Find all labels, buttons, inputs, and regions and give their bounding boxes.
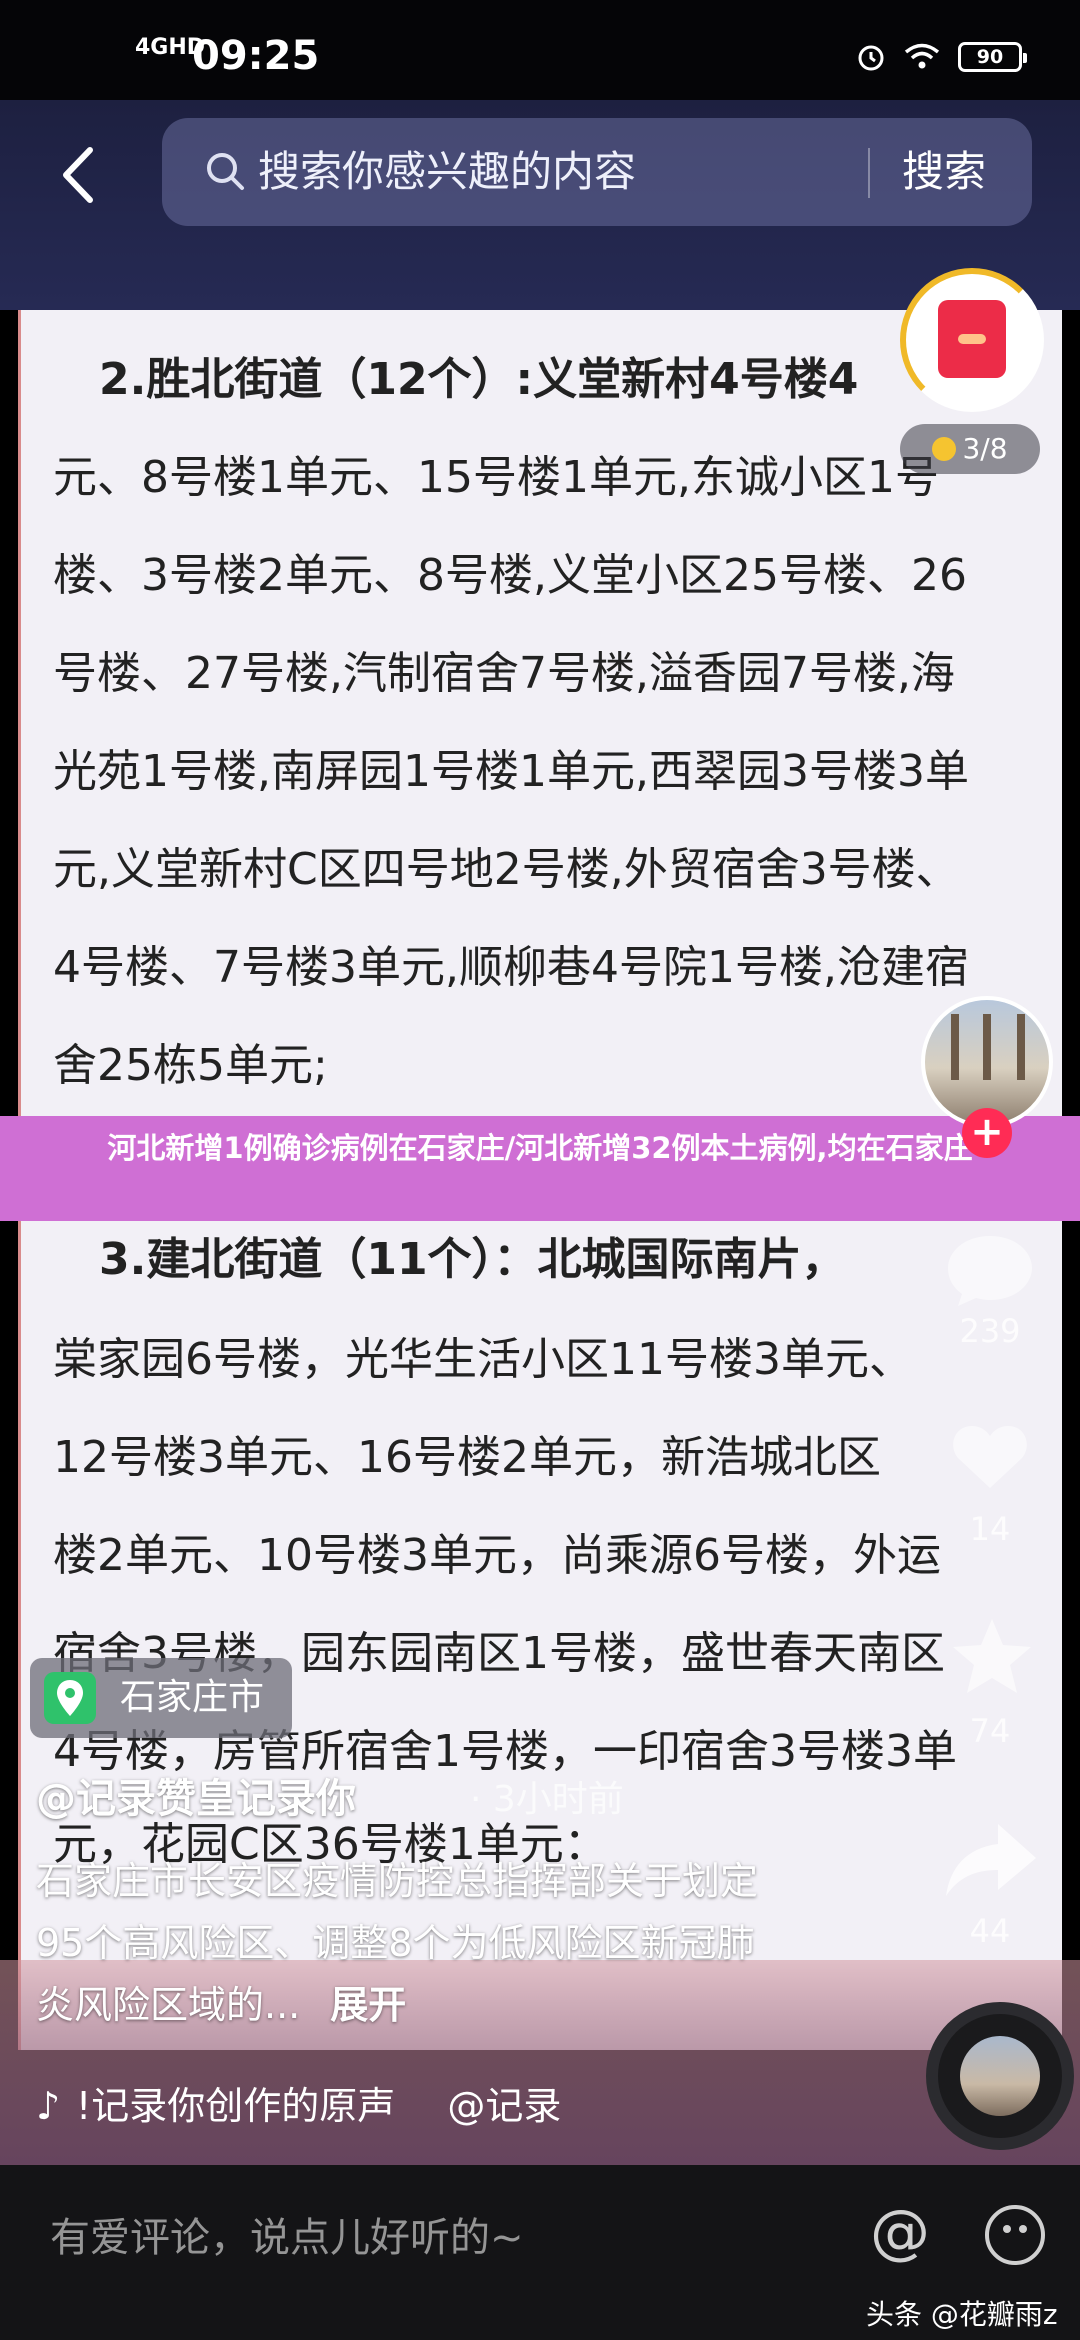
location-pin-icon: [44, 1672, 96, 1724]
comment-count: 239: [959, 1312, 1021, 1350]
author-name[interactable]: @记录赞皇记录你: [36, 1766, 356, 1824]
collect-icon[interactable]: [950, 1420, 1030, 1492]
red-packet-icon: [938, 300, 1006, 378]
doc-line: 3.建北街道（11个）：北城国际南片，: [99, 1234, 846, 1285]
doc-line: 棠家园6号楼，光华生活小区11号楼3单元、: [53, 1334, 913, 1385]
battery-icon: 90: [958, 42, 1027, 72]
search-divider: [868, 148, 870, 198]
music-disc-cover: [960, 2036, 1040, 2116]
caption-text: 石家庄市长安区疫情防控总指挥部关于划定95个高风险区、调整8个为低风险区新冠肺炎…: [36, 1850, 776, 2036]
doc-line: 元、8号楼1单元、15号楼1单元,东诚小区1号: [53, 452, 939, 503]
doc-line: 元,义堂新村C区四号地2号楼,外贸宿舍3号楼、: [53, 844, 960, 895]
doc-line: 4号楼、7号楼3单元,顺柳巷4号院1号楼,沧建宿: [53, 942, 969, 993]
share-icon[interactable]: [942, 1820, 1038, 1900]
star-icon[interactable]: [950, 1615, 1034, 1695]
music-row[interactable]: ♪ !记录你创作的原声 @记录: [36, 2075, 561, 2130]
doc-line: 2.胜北街道（12个）:义堂新村4号楼4: [99, 354, 859, 405]
watermark: 头条 @花瓣雨z: [866, 2298, 1058, 2331]
coin-icon: [932, 437, 957, 461]
search-icon: [207, 153, 244, 190]
wifi-icon: [904, 43, 940, 69]
alarm-icon: [858, 45, 884, 71]
emoji-icon[interactable]: [985, 2205, 1045, 2265]
red-packet-progress: 3/8: [900, 424, 1040, 474]
headline-banner: 河北新增1例确诊病例在石家庄/河北新增32例本土病例,均在石家庄: [0, 1116, 1080, 1221]
progress-text: 3/8: [962, 432, 1008, 465]
doc-line: 楼2单元、10号楼3单元，尚乘源6号楼，外运: [53, 1530, 941, 1581]
expand-button[interactable]: 展开: [330, 1983, 406, 2027]
status-icons: 90: [856, 42, 1027, 72]
doc-line: 舍25栋5单元;: [53, 1040, 328, 1091]
location-label: 石家庄市: [120, 1677, 265, 1718]
music-note-icon: ♪: [36, 2084, 61, 2128]
clock: 09:25: [192, 33, 320, 79]
comment-icon[interactable]: [940, 1230, 1040, 1310]
doc-line: 号楼、27号楼,汽制宿舍7号楼,溢香园7号楼,海: [53, 648, 955, 699]
follow-plus-button[interactable]: +: [962, 1108, 1012, 1158]
music-disc[interactable]: [926, 2002, 1074, 2150]
at-mention-icon[interactable]: @: [870, 2197, 930, 2267]
doc-line: 12号楼3单元、16号楼2单元，新浩城北区: [53, 1432, 881, 1483]
back-arrow-icon[interactable]: [50, 140, 110, 210]
doc-line: 楼、3号楼2单元、8号楼,义堂小区25号楼、26: [53, 550, 967, 601]
share-count: 44: [969, 1912, 1011, 1950]
doc-line: 光苑1号楼,南屏园1号楼1单元,西翠园3号楼3单: [53, 746, 969, 797]
search-input[interactable]: 搜索你感兴趣的内容: [258, 118, 636, 226]
status-bar: 4GHD 09:25 90: [0, 0, 1080, 100]
star-count: 74: [969, 1712, 1011, 1750]
music-author: @记录: [447, 2084, 562, 2128]
search-box[interactable]: 搜索你感兴趣的内容 搜索: [162, 118, 1032, 226]
red-packet-button[interactable]: [900, 268, 1044, 412]
location-chip[interactable]: 石家庄市: [30, 1658, 292, 1738]
search-header: 搜索你感兴趣的内容 搜索: [0, 100, 1080, 310]
post-time: · 3小时前: [470, 1779, 624, 1820]
collect-count: 14: [969, 1510, 1011, 1548]
search-button[interactable]: 搜索: [902, 118, 986, 226]
comment-input[interactable]: 有爱评论，说点儿好听的~: [50, 2205, 524, 2263]
music-title: !记录你创作的原声: [76, 2084, 396, 2128]
